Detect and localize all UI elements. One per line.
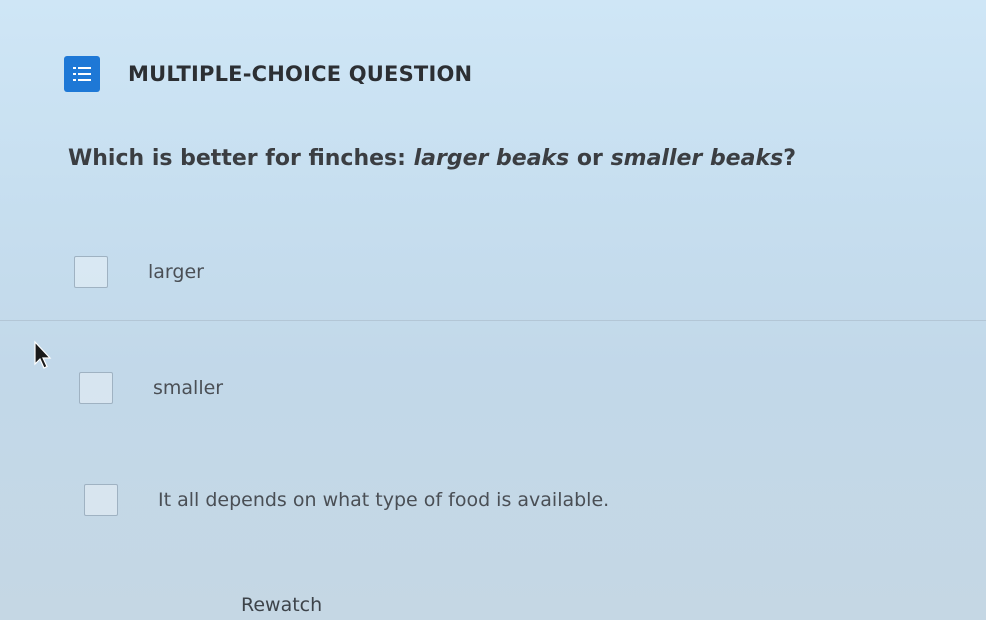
- divider: [0, 320, 986, 321]
- question-prefix: Which is better for finches:: [68, 146, 414, 171]
- answer-checkbox[interactable]: [79, 372, 113, 404]
- answer-label: larger: [148, 261, 204, 283]
- answer-checkbox[interactable]: [74, 256, 108, 288]
- question-suffix: ?: [783, 146, 796, 171]
- question-header: MULTIPLE-CHOICE QUESTION: [64, 56, 472, 92]
- mouse-cursor-icon: [33, 340, 53, 374]
- question-text: Which is better for finches: larger beak…: [68, 146, 796, 171]
- rewatch-button[interactable]: Rewatch: [241, 594, 322, 616]
- answer-option-smaller[interactable]: smaller: [79, 372, 223, 404]
- list-icon: [64, 56, 100, 92]
- question-card: MULTIPLE-CHOICE QUESTION Which is better…: [0, 0, 986, 620]
- question-option-a: larger beaks: [413, 146, 570, 171]
- question-option-b: smaller beaks: [610, 146, 784, 171]
- answer-option-depends[interactable]: It all depends on what type of food is a…: [84, 484, 609, 516]
- question-type-label: MULTIPLE-CHOICE QUESTION: [128, 62, 473, 86]
- answer-option-larger[interactable]: larger: [74, 256, 204, 288]
- question-middle: or: [569, 146, 611, 171]
- answer-checkbox[interactable]: [84, 484, 118, 516]
- answer-label: It all depends on what type of food is a…: [158, 489, 610, 511]
- answer-label: smaller: [153, 377, 224, 399]
